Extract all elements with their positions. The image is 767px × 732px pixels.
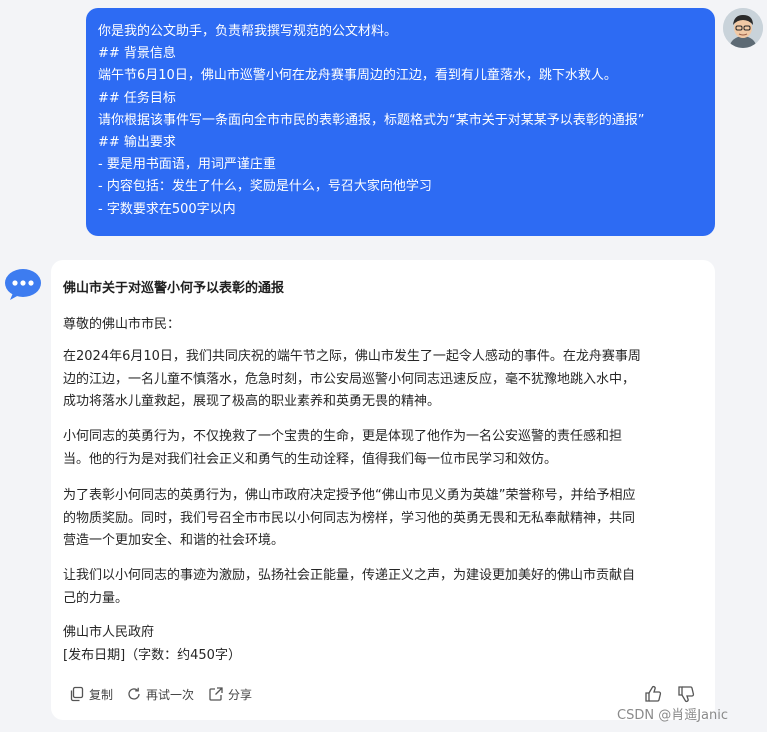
copy-button[interactable]: 复制 xyxy=(69,684,113,704)
assistant-message-card: 佛山市关于对巡警小何予以表彰的通报 尊敬的佛山市市民： 在2024年6月10日，… xyxy=(51,260,715,720)
signature-text: 佛山市人民政府 xyxy=(63,625,155,640)
csdn-watermark: CSDN @肖遥Janic xyxy=(617,708,728,723)
paragraph-line: 边的江边，一名儿童不慎落水，危急时刻，市公安局巡警小何同志迅速反应，毫不犹豫地跳… xyxy=(63,371,636,387)
user-message-line: 请你根据该事件写一条面向全市市民的表彰通报，标题格式为“某市关于对某某予以表彰的… xyxy=(98,112,645,128)
copy-icon xyxy=(70,686,84,702)
thumbs-up-button[interactable] xyxy=(644,684,666,704)
paragraph-line: 当。他的行为是对我们社会正义和勇气的生动诠释，值得我们每一位市民学习和效仿。 xyxy=(63,451,558,467)
user-message-line: 端午节6月10日，佛山市巡警小何在龙舟赛事周边的江边，看到有儿童落水，跳下水救人… xyxy=(98,68,617,84)
assistant-avatar-icon xyxy=(4,267,42,301)
user-message-line: - 内容包括：发生了什么，奖励是什么，号召大家向他学习 xyxy=(98,179,432,195)
paragraph-line: 营造一个更加安全、和谐的社会环境。 xyxy=(63,533,285,548)
paragraph-line: 小何同志的英勇行为，不仅挽救了一个宝贵的生命，更是体现了他作为一名公安巡警的责任… xyxy=(63,429,623,444)
user-message-line: - 要是用书面语，用词严谨庄重 xyxy=(98,157,276,173)
thumbs-down-icon xyxy=(678,686,695,703)
paragraph-line: 为了表彰小何同志的英勇行为，佛山市政府决定授予他“佛山市见义勇为英雄”荣誉称号，… xyxy=(63,488,636,503)
thumbs-down-button[interactable] xyxy=(677,684,699,704)
date-line-text: [发布日期]（字数：约450字） xyxy=(63,647,241,663)
notice-title: 佛山市关于对巡警小何予以表彰的通报 xyxy=(63,281,285,296)
paragraph-line: 在2024年6月10日，我们共同庆祝的端午节之际，佛山市发生了一起令人感动的事件… xyxy=(63,349,641,364)
notice-salutation: 尊敬的佛山市市民： xyxy=(63,314,705,337)
notice-paragraph: 为了表彰小何同志的英勇行为，佛山市政府决定授予他“佛山市见义勇为英雄”荣誉称号，… xyxy=(63,485,705,553)
salutation-text: 尊敬的佛山市市民： xyxy=(63,317,181,332)
copy-label: 复制 xyxy=(89,687,114,702)
user-avatar xyxy=(723,8,763,48)
user-message-line: 你是我的公文助手，负责帮我撰写规范的公文材料。 xyxy=(98,24,398,39)
thumbs-up-icon xyxy=(645,685,662,702)
user-message-line: ## 任务目标 xyxy=(98,90,176,106)
paragraph-line: 成功将落水儿童救起，展现了极高的职业素养和英勇无畏的精神。 xyxy=(63,394,441,409)
user-message-line: ## 输出要求 xyxy=(98,135,176,151)
retry-button[interactable]: 再试一次 xyxy=(126,684,194,704)
paragraph-line: 的物质奖励。同时，我们号召全市市民以小何同志为榜样，学习他的英勇无畏和无私奉献精… xyxy=(63,510,636,526)
paragraph-line: 让我们以小何同志的事迹为激励，弘扬社会正能量，传递正义之声，为建设更加美好的佛山… xyxy=(63,568,636,583)
notice-paragraph: 在2024年6月10日，我们共同庆祝的端午节之际，佛山市发生了一起令人感动的事件… xyxy=(63,346,705,414)
share-button[interactable]: 分享 xyxy=(208,684,252,704)
user-message-line: ## 背景信息 xyxy=(98,46,176,62)
notice-signature-block: 佛山市人民政府 [发布日期]（字数：约450字） xyxy=(63,622,705,667)
share-icon xyxy=(209,687,223,701)
user-message-bubble: 你是我的公文助手，负责帮我撰写规范的公文材料。 ## 背景信息 端午节6月10日… xyxy=(86,8,715,236)
retry-label: 再试一次 xyxy=(146,687,195,702)
notice-paragraph: 小何同志的英勇行为，不仅挽救了一个宝贵的生命，更是体现了他作为一名公安巡警的责任… xyxy=(63,426,705,471)
paragraph-line: 己的力量。 xyxy=(63,590,129,606)
notice-paragraph: 让我们以小何同志的事迹为激励，弘扬社会正能量，传递正义之声，为建设更加美好的佛山… xyxy=(63,565,705,610)
refresh-icon xyxy=(128,687,140,700)
share-label: 分享 xyxy=(228,687,253,702)
user-message-line: - 字数要求在500字以内 xyxy=(98,201,236,217)
